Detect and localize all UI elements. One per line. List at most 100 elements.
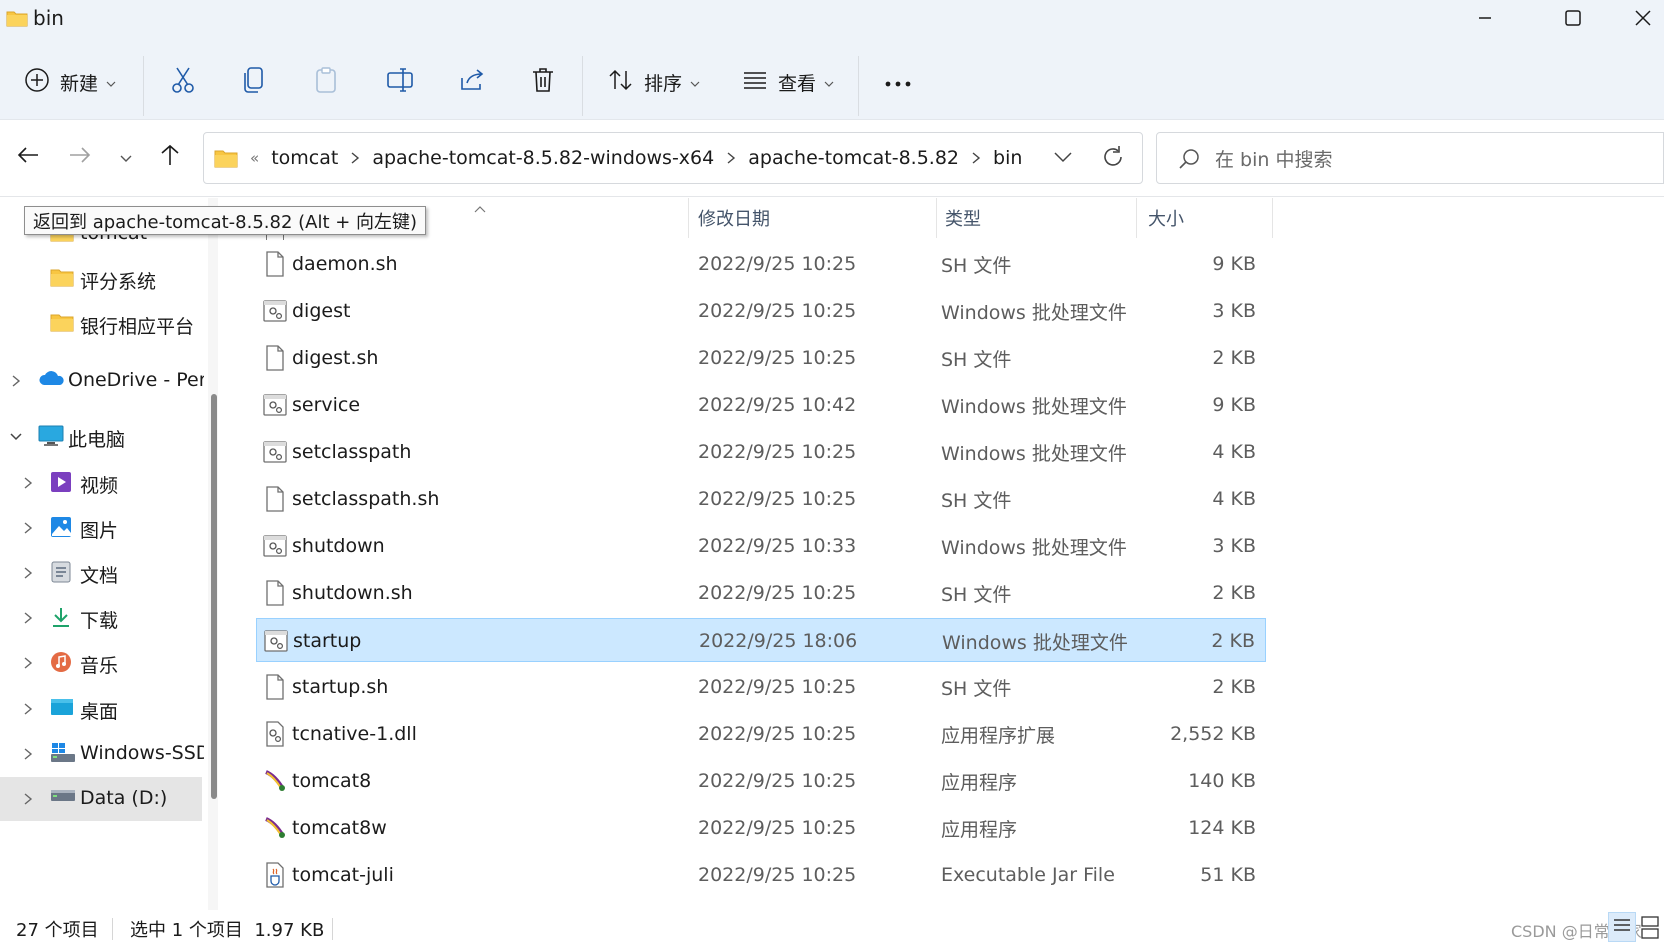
breadcrumb-item[interactable]: apache-tomcat-8.5.82-windows-x64: [372, 147, 714, 169]
sidebar-item[interactable]: 此电脑: [0, 415, 202, 459]
chevron-right-icon[interactable]: [971, 151, 981, 165]
back-button[interactable]: [8, 137, 48, 177]
sidebar-item[interactable]: 视频: [0, 461, 202, 505]
table-row[interactable]: startup.sh 2022/9/25 10:25 SH 文件 2 KB: [256, 665, 1266, 709]
batch-file-icon: [262, 430, 288, 474]
table-row[interactable]: tomcat8 2022/9/25 10:25 应用程序 140 KB: [256, 759, 1266, 803]
table-row[interactable]: digest 2022/9/25 10:25 Windows 批处理文件 3 KB: [256, 289, 1266, 333]
chevron-right-icon[interactable]: [18, 744, 38, 764]
column-divider[interactable]: [1272, 198, 1273, 238]
selection-info: 选中 1 个项目 1.97 KB: [130, 920, 325, 941]
refresh-icon[interactable]: [1100, 144, 1126, 175]
more-button[interactable]: [884, 62, 912, 102]
cut-button[interactable]: [170, 62, 196, 102]
details-view-button[interactable]: [1608, 912, 1636, 942]
file-date: 2022/9/25 10:42: [698, 394, 857, 416]
onedrive-icon: [38, 369, 66, 387]
sidebar-item[interactable]: 下载: [0, 596, 202, 640]
status-separator: [112, 918, 113, 940]
table-row[interactable]: shutdown 2022/9/25 10:33 Windows 批处理文件 3 KB: [256, 524, 1266, 568]
chevron-down-icon[interactable]: [1052, 145, 1074, 174]
sidebar-item[interactable]: 银行相应平台: [0, 302, 202, 346]
file-name: setclasspath.sh: [292, 488, 440, 510]
chevron-right-icon[interactable]: [350, 151, 360, 165]
table-row[interactable]: tomcat8w 2022/9/25 10:25 应用程序 124 KB: [256, 806, 1266, 850]
chevron-right-icon[interactable]: [18, 563, 38, 583]
table-row[interactable]: startup 2022/9/25 18:06 Windows 批处理文件 2 KB: [256, 618, 1266, 662]
table-row[interactable]: shutdown.sh 2022/9/25 10:25 SH 文件 2 KB: [256, 571, 1266, 615]
sidebar-item-label: 评分系统: [80, 271, 157, 293]
file-type: SH 文件: [941, 677, 1012, 700]
file-name: tomcat-juli: [292, 864, 394, 886]
chevron-down-icon[interactable]: [6, 427, 26, 447]
sort-button[interactable]: 排序: [608, 62, 700, 102]
file-size: 2 KB: [1211, 630, 1255, 652]
sidebar-item[interactable]: 文档: [0, 551, 202, 595]
chevron-right-icon[interactable]: [726, 151, 736, 165]
desktop-icon: [50, 697, 74, 717]
navigation-bar: « tomcat apache-tomcat-8.5.82-windows-x6…: [0, 121, 1664, 197]
chevron-right-icon[interactable]: [18, 608, 38, 628]
view-button[interactable]: 查看: [742, 62, 834, 102]
sidebar-item[interactable]: 桌面: [0, 687, 202, 731]
file-date: 2022/9/25 10:25: [698, 864, 857, 886]
table-row[interactable]: setclasspath.sh 2022/9/25 10:25 SH 文件 4 KB: [256, 477, 1266, 521]
chevron-right-icon[interactable]: [18, 699, 38, 719]
breadcrumb-item[interactable]: apache-tomcat-8.5.82: [748, 147, 959, 169]
search-input[interactable]: 在 bin 中搜索: [1156, 132, 1664, 184]
file-size: 3 KB: [1212, 535, 1256, 557]
breadcrumb-item[interactable]: tomcat: [271, 147, 338, 169]
drive-c-icon: [50, 742, 76, 764]
sidebar-item[interactable]: Windows-SSD: [0, 732, 204, 776]
delete-button[interactable]: [530, 62, 556, 102]
paste-button[interactable]: [314, 62, 338, 102]
maximize-button[interactable]: [1540, 0, 1606, 40]
chevron-right-icon[interactable]: [6, 371, 26, 391]
sidebar-item[interactable]: OneDrive - Pers: [0, 359, 204, 403]
file-size: 2 KB: [1212, 347, 1256, 369]
copy-button[interactable]: [242, 62, 266, 102]
table-row[interactable]: tomcat-juli 2022/9/25 10:25 Executable Jar…: [256, 853, 1266, 897]
table-row[interactable]: digest.sh 2022/9/25 10:25 SH 文件 2 KB: [256, 336, 1266, 380]
sidebar-item[interactable]: 评分系统: [0, 257, 202, 301]
forward-button[interactable]: [60, 137, 100, 177]
file-name: digest: [292, 300, 351, 322]
chevron-down-icon: [824, 71, 834, 93]
file-date: 2022/9/25 10:25: [698, 817, 857, 839]
file-size: 140 KB: [1188, 770, 1256, 792]
command-bar: 新建 排序 查看: [0, 40, 1664, 120]
chevron-right-icon[interactable]: [18, 518, 38, 538]
share-button[interactable]: [458, 62, 486, 102]
recent-locations-button[interactable]: [106, 137, 146, 177]
breadcrumb-overflow[interactable]: «: [250, 149, 259, 167]
file-type: SH 文件: [941, 348, 1012, 371]
sidebar-item[interactable]: 图片: [0, 506, 202, 550]
table-row[interactable]: setclasspath 2022/9/25 10:25 Windows 批处理文件…: [256, 430, 1266, 474]
sidebar-item[interactable]: Data (D:): [0, 777, 202, 821]
chevron-right-icon[interactable]: [18, 653, 38, 673]
file-name: service: [292, 394, 361, 416]
tiles-view-button[interactable]: [1640, 914, 1660, 945]
breadcrumb-item[interactable]: bin: [993, 147, 1022, 169]
chevron-right-icon[interactable]: [18, 473, 38, 493]
sidebar-scrollbar-thumb[interactable]: [211, 394, 217, 799]
table-row[interactable]: tcnative-1.dll 2022/9/25 10:25 应用程序扩展 2,552…: [256, 712, 1266, 756]
chevron-down-icon: [690, 71, 700, 93]
view-icon: [742, 69, 768, 96]
close-button[interactable]: [1610, 0, 1664, 40]
minimize-button[interactable]: [1452, 0, 1518, 40]
sidebar-item[interactable]: 音乐: [0, 641, 202, 685]
up-button[interactable]: [150, 137, 190, 177]
table-row[interactable]: daemon.sh 2022/9/25 10:25 SH 文件 9 KB: [256, 242, 1266, 286]
file-type: Windows 批处理文件: [941, 442, 1127, 465]
table-row[interactable]: service 2022/9/25 10:42 Windows 批处理文件 9 KB: [256, 383, 1266, 427]
file-name: tomcat8w: [292, 817, 387, 839]
address-bar[interactable]: « tomcat apache-tomcat-8.5.82-windows-x6…: [203, 132, 1143, 184]
chevron-right-icon[interactable]: [18, 789, 38, 809]
file-date: 2022/9/25 10:25: [698, 723, 857, 745]
rename-button[interactable]: [386, 62, 414, 102]
new-button[interactable]: 新建: [24, 62, 116, 102]
file-type: Windows 批处理文件: [941, 395, 1127, 418]
file-date: 2022/9/25 10:25: [698, 676, 857, 698]
batch-file-icon: [263, 619, 289, 663]
